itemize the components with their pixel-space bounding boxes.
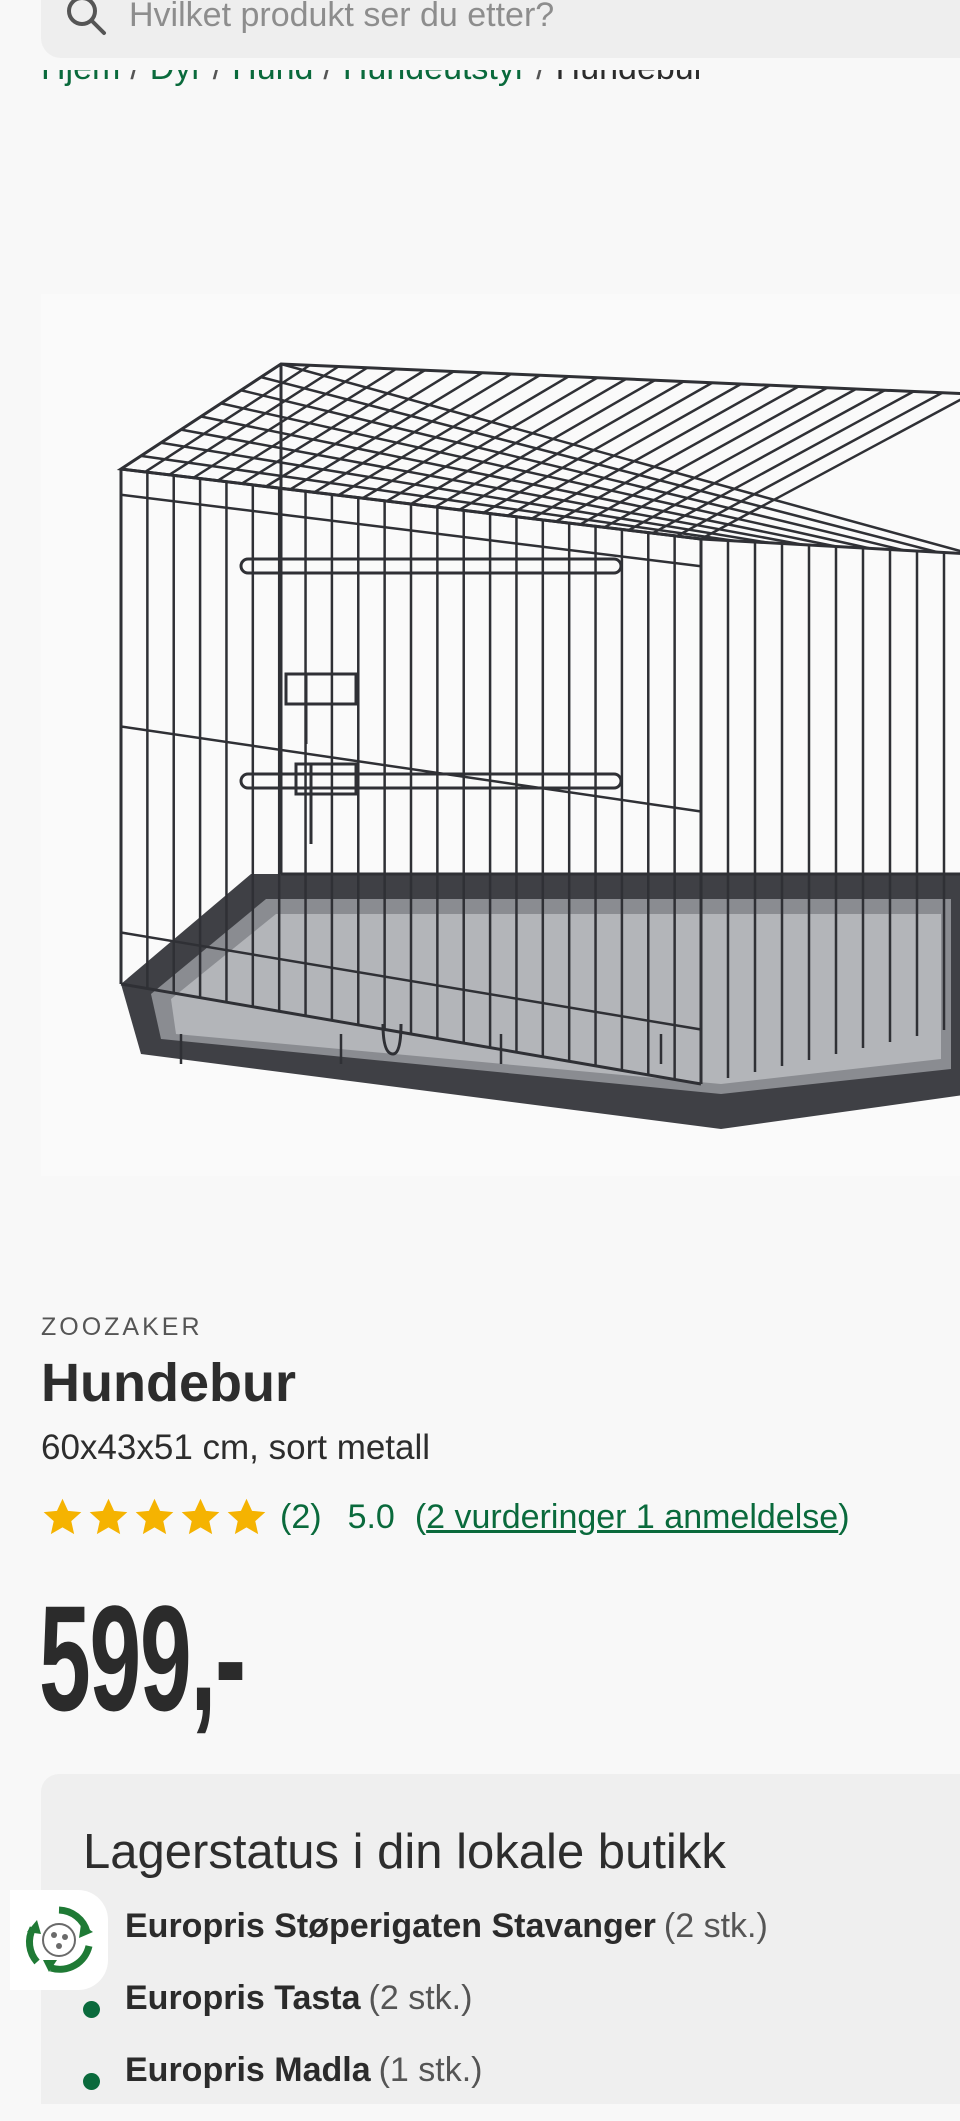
store-qty: (2 stk.) bbox=[663, 1907, 768, 1945]
reviews-link[interactable]: (2 vurderinger 1 anmeldelse) bbox=[415, 1498, 850, 1537]
store-name: Europris Støperigaten Stavanger bbox=[125, 1907, 656, 1945]
store-name: Europris Madla bbox=[125, 2051, 371, 2089]
stock-title: Lagerstatus i din lokale butikk bbox=[83, 1825, 726, 1879]
breadcrumb-home[interactable]: Hjem bbox=[41, 70, 120, 87]
store-list: Europris Støperigaten Stavanger (2 stk.) … bbox=[83, 1905, 768, 2121]
store-item[interactable]: Europris Tasta (2 stk.) bbox=[83, 1977, 768, 2049]
breadcrumb-hund[interactable]: Hund bbox=[232, 70, 313, 87]
product-subtitle: 60x43x51 cm, sort metall bbox=[41, 1428, 431, 1467]
product-title: Hundebur bbox=[41, 1353, 296, 1413]
star-icon bbox=[135, 1498, 174, 1534]
star-icon bbox=[43, 1498, 82, 1534]
breadcrumb-separator: / bbox=[213, 70, 222, 87]
star-icon bbox=[181, 1498, 220, 1534]
breadcrumb-hundeutstyr[interactable]: Hundeutstyr bbox=[343, 70, 526, 87]
search-input[interactable]: Hvilket produkt ser du etter? bbox=[129, 0, 554, 35]
rating-value: 5.0 bbox=[347, 1497, 395, 1536]
stock-panel: Lagerstatus i din lokale butikk Europris… bbox=[41, 1774, 960, 2104]
rating-row: (2) 5.0 (2 vurderinger 1 anmeldelse) bbox=[41, 1492, 850, 1542]
in-stock-dot bbox=[83, 2073, 100, 2090]
breadcrumb-separator: / bbox=[130, 70, 139, 87]
store-name: Europris Tasta bbox=[125, 1979, 361, 2017]
breadcrumb-separator: / bbox=[536, 70, 545, 87]
breadcrumb-separator: / bbox=[323, 70, 332, 87]
store-qty: (1 stk.) bbox=[378, 2051, 483, 2089]
breadcrumb-current: Hundebur bbox=[556, 70, 705, 87]
rating-stars bbox=[41, 1496, 268, 1539]
store-item[interactable]: Europris Støperigaten Stavanger (2 stk.) bbox=[83, 1905, 768, 1977]
breadcrumb: Hjem / Dyr / Hund / Hundeutstyr / Hundebur bbox=[41, 70, 941, 124]
in-stock-dot bbox=[83, 2001, 100, 2018]
store-item[interactable]: Europris Madla (1 stk.) bbox=[83, 2049, 768, 2121]
star-icon bbox=[227, 1498, 266, 1534]
recycle-icon bbox=[25, 1906, 93, 1973]
reviews-link-open: ( bbox=[414, 1497, 427, 1536]
product-image[interactable] bbox=[41, 294, 960, 1176]
store-qty: (2 stk.) bbox=[368, 1979, 473, 2017]
star-icon bbox=[89, 1498, 128, 1534]
reviews-link-text[interactable]: 2 vurderinger 1 anmeldelse bbox=[426, 1498, 838, 1536]
review-count[interactable]: (2) bbox=[280, 1498, 322, 1537]
search-bar[interactable]: Hvilket produkt ser du etter? bbox=[41, 0, 960, 58]
product-price: 599,- bbox=[39, 1574, 246, 1742]
recycle-button[interactable] bbox=[10, 1890, 108, 1990]
product-brand[interactable]: ZOOZAKER bbox=[41, 1313, 203, 1342]
breadcrumb-dyr[interactable]: Dyr bbox=[150, 70, 203, 87]
search-icon[interactable] bbox=[61, 0, 111, 40]
reviews-link-close: ) bbox=[838, 1497, 850, 1536]
dog-cage-image bbox=[41, 294, 960, 1176]
